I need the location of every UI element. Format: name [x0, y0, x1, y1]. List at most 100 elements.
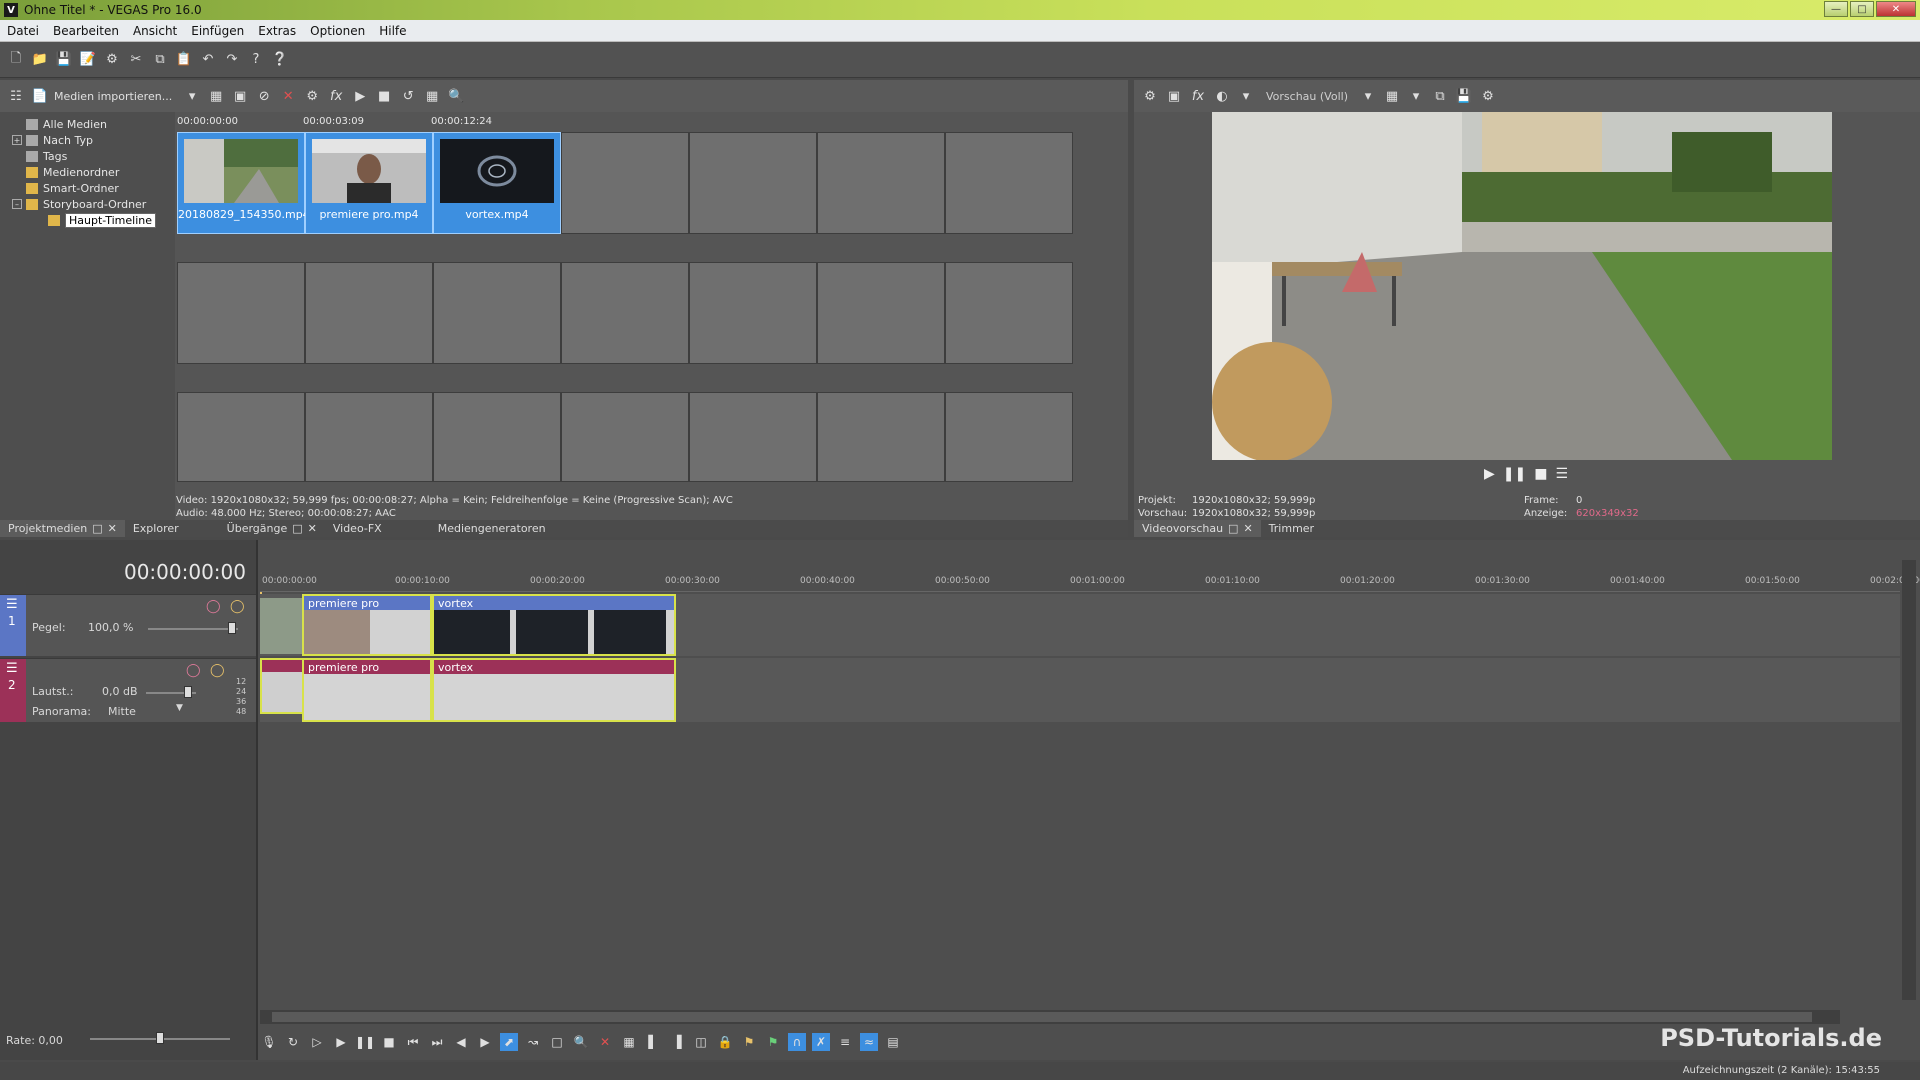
- dropdown-arrow-icon[interactable]: ▾: [1406, 86, 1426, 106]
- storyboard-empty-slot[interactable]: [433, 262, 561, 364]
- menu-extras[interactable]: Extras: [251, 24, 303, 38]
- close-button[interactable]: ✕: [1876, 1, 1916, 17]
- save-as-icon[interactable]: 📝: [78, 50, 98, 70]
- help-icon[interactable]: ?: [246, 50, 266, 70]
- views-icon[interactable]: ▦: [422, 86, 442, 106]
- storyboard-empty-slot[interactable]: [689, 132, 817, 234]
- capture-icon[interactable]: ▦: [206, 86, 226, 106]
- storyboard-empty-slot[interactable]: [305, 392, 433, 482]
- envelope-tool-icon[interactable]: ↝: [524, 1033, 542, 1051]
- cut-icon[interactable]: ✂: [126, 50, 146, 70]
- whats-this-icon[interactable]: ❔: [270, 50, 290, 70]
- minimize-button[interactable]: —: [1824, 1, 1848, 17]
- audio-clip-start[interactable]: [260, 658, 304, 714]
- mute-icon[interactable]: ◯: [206, 599, 221, 614]
- marker-icon[interactable]: ⚑: [740, 1033, 758, 1051]
- stop-icon[interactable]: ■: [380, 1033, 398, 1051]
- overlays-grid-icon[interactable]: ▦: [1382, 86, 1402, 106]
- storyboard-empty-slot[interactable]: [689, 262, 817, 364]
- rate-slider-thumb[interactable]: [156, 1032, 164, 1044]
- media-properties-icon[interactable]: ⚙: [302, 86, 322, 106]
- zoom-tool-icon[interactable]: 🔍: [572, 1033, 590, 1051]
- play-icon[interactable]: ▶: [1484, 466, 1495, 482]
- storyboard-empty-slot[interactable]: [945, 132, 1073, 234]
- go-to-end-icon[interactable]: ⏭: [428, 1033, 446, 1051]
- undock-icon[interactable]: □: [292, 522, 302, 535]
- collapse-icon[interactable]: –: [12, 199, 22, 209]
- delete-icon[interactable]: ✕: [278, 86, 298, 106]
- save-snapshot-icon[interactable]: 💾: [1454, 86, 1474, 106]
- storyboard-empty-slot[interactable]: [305, 262, 433, 364]
- auto-crossfade-icon[interactable]: ✗: [812, 1033, 830, 1051]
- split-screen-icon[interactable]: ◐: [1212, 86, 1232, 106]
- import-media-button[interactable]: Medien importieren...: [54, 90, 172, 103]
- auto-preview-icon[interactable]: ↺: [398, 86, 418, 106]
- video-track-header[interactable]: ☰ 1 ◯ ◯ Pegel: 100,0 %: [0, 594, 256, 656]
- play-from-start-icon[interactable]: ▷: [308, 1033, 326, 1051]
- tree-item-storyboard-ordner[interactable]: – Storyboard-Ordner: [0, 196, 175, 212]
- open-folder-icon[interactable]: 📁: [30, 50, 50, 70]
- tab-mediengeneratoren[interactable]: Mediengeneratoren: [430, 520, 554, 537]
- storyboard-clip[interactable]: premiere pro.mp4: [305, 132, 433, 234]
- maximize-button[interactable]: □: [1850, 1, 1874, 17]
- delete-icon[interactable]: ✕: [596, 1033, 614, 1051]
- menu-ansicht[interactable]: Ansicht: [126, 24, 184, 38]
- preview-quality-select[interactable]: Vorschau (Voll): [1266, 90, 1348, 103]
- close-tab-icon[interactable]: ✕: [108, 522, 117, 535]
- paste-icon[interactable]: 📋: [174, 50, 194, 70]
- audio-track-header[interactable]: ☰ 2 ◯ ◯ Lautst.: 0,0 dB Panorama: Mitte …: [0, 658, 256, 722]
- record-icon[interactable]: 🎙: [260, 1033, 278, 1051]
- tree-item-smart-ordner[interactable]: Smart-Ordner: [0, 180, 175, 196]
- pause-icon[interactable]: ❚❚: [1503, 466, 1526, 482]
- lock-icon[interactable]: 🔒: [716, 1033, 734, 1051]
- video-clip-start[interactable]: [260, 598, 304, 654]
- audio-clip[interactable]: premiere pro: [302, 658, 432, 722]
- undock-icon[interactable]: □: [92, 522, 102, 535]
- storyboard-empty-slot[interactable]: [561, 132, 689, 234]
- normal-edit-tool-icon[interactable]: ⬈: [500, 1033, 518, 1051]
- menu-icon[interactable]: ☰: [1555, 466, 1568, 482]
- import-media-icon[interactable]: 📄: [30, 86, 50, 106]
- timeline-current-time[interactable]: 00:00:00:00: [124, 560, 246, 584]
- prev-frame-icon[interactable]: ◀: [452, 1033, 470, 1051]
- lock-envelopes-icon[interactable]: ≈: [860, 1033, 878, 1051]
- storyboard-empty-slot[interactable]: [177, 392, 305, 482]
- video-clip[interactable]: premiere pro: [302, 594, 432, 656]
- stop-icon[interactable]: ■: [1534, 466, 1547, 482]
- tree-item-haupt-timeline[interactable]: Haupt-Timeline: [0, 212, 175, 228]
- dropdown-arrow-icon[interactable]: ▾: [1236, 86, 1256, 106]
- scrollbar-thumb[interactable]: [272, 1012, 1812, 1022]
- volume-slider-thumb[interactable]: [184, 686, 192, 698]
- storyboard-empty-slot[interactable]: [817, 392, 945, 482]
- ignore-grouping-icon[interactable]: ▤: [884, 1033, 902, 1051]
- solo-icon[interactable]: ◯: [210, 663, 225, 678]
- tree-item-medienordner[interactable]: Medienordner: [0, 164, 175, 180]
- storyboard-empty-slot[interactable]: [817, 262, 945, 364]
- tab-videovorschau[interactable]: Videovorschau □ ✕: [1134, 520, 1261, 537]
- tab-trimmer[interactable]: Trimmer: [1261, 520, 1322, 537]
- tab-projektmedien[interactable]: Projektmedien □ ✕: [0, 520, 125, 537]
- search-icon[interactable]: 🔍: [446, 86, 466, 106]
- get-media-icon[interactable]: ▣: [230, 86, 250, 106]
- media-fx-icon[interactable]: fx: [326, 86, 346, 106]
- timeline-ruler[interactable]: 00:00:00:00 00:00:10:00 00:00:20:00 00:0…: [260, 570, 1920, 592]
- storyboard-empty-slot[interactable]: [689, 392, 817, 482]
- region-icon[interactable]: ⚑: [764, 1033, 782, 1051]
- trim-start-icon[interactable]: ▌: [644, 1033, 662, 1051]
- close-tab-icon[interactable]: ✕: [308, 522, 317, 535]
- tab-explorer[interactable]: Explorer: [125, 520, 187, 537]
- ripple-edit-icon[interactable]: ≡: [836, 1033, 854, 1051]
- solo-icon[interactable]: ◯: [230, 599, 245, 614]
- storyboard-empty-slot[interactable]: [433, 392, 561, 482]
- vertical-scrollbar[interactable]: [1902, 560, 1916, 1000]
- remove-unused-icon[interactable]: ⊘: [254, 86, 274, 106]
- next-frame-icon[interactable]: ▶: [476, 1033, 494, 1051]
- tab-video-fx[interactable]: Video-FX: [325, 520, 390, 537]
- dropdown-arrow-icon[interactable]: ▾: [182, 86, 202, 106]
- undo-icon[interactable]: ↶: [198, 50, 218, 70]
- pan-slider-icon[interactable]: ▼: [176, 703, 183, 713]
- pause-icon[interactable]: ❚❚: [355, 1033, 375, 1051]
- copy-snapshot-icon[interactable]: ⧉: [1430, 86, 1450, 106]
- new-project-icon[interactable]: 🗋: [6, 50, 26, 70]
- go-to-start-icon[interactable]: ⏮: [404, 1033, 422, 1051]
